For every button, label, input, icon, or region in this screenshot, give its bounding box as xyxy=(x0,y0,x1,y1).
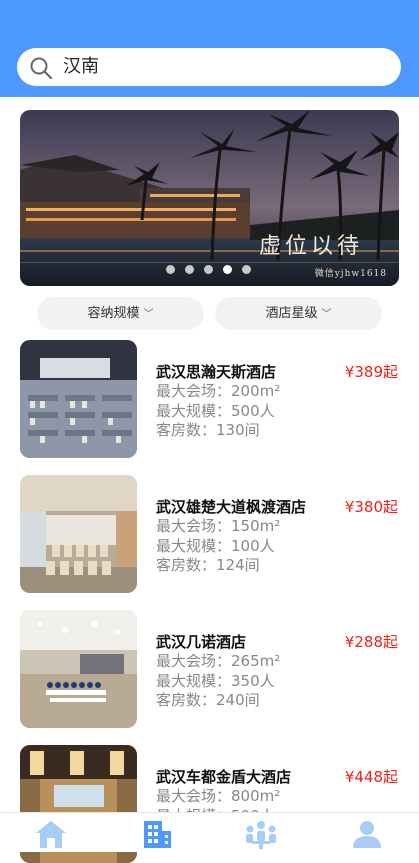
search-icon xyxy=(30,57,53,80)
top-header: 汉南 xyxy=(0,0,419,97)
hotel-room-count: 客房数：124间 xyxy=(156,556,260,574)
hotel-info: 武汉几诺酒店 最大会场：265m² 最大规模：350人 客房数：240间 xyxy=(156,632,280,711)
filter-capacity-label: 容纳规模 xyxy=(87,306,140,321)
hotel-info: 武汉雄楚大道枫渡酒店 最大会场：150m² 最大规模：100人 客房数：124间 xyxy=(156,497,306,576)
hotel-card[interactable]: 武汉雄楚大道枫渡酒店 最大会场：150m² 最大规模：100人 客房数：124间… xyxy=(0,475,419,593)
filter-bar: 容纳规模 ﹀ 酒店星级 ﹀ xyxy=(37,297,382,330)
hotel-max-scale: 最大规模：350人 xyxy=(156,671,275,690)
carousel-dot-active[interactable] xyxy=(223,265,232,274)
search-input[interactable]: 汉南 xyxy=(63,56,99,78)
hotel-price: ¥380起 xyxy=(344,498,398,516)
filter-star-rating[interactable]: 酒店星级 ﹀ xyxy=(215,297,382,330)
chevron-down-icon: ﹀ xyxy=(321,309,332,320)
hotel-max-venue: 最大会场：200m² xyxy=(156,382,281,400)
hotel-card[interactable]: 武汉几诺酒店 最大会场：265m² 最大规模：350人 客房数：240间 ¥28… xyxy=(0,610,419,728)
hotel-max-scale: 最大规模：100人 xyxy=(156,536,275,555)
hotel-photo xyxy=(20,610,137,728)
promo-banner[interactable]: 虚位以待 微信yjhw1618 xyxy=(20,110,399,286)
hotel-room-count: 客房数：130间 xyxy=(156,421,260,439)
hotel-max-venue: 最大会场：800m² xyxy=(156,787,281,805)
hotel-photo xyxy=(20,340,137,458)
profile-icon[interactable] xyxy=(350,819,384,849)
hotel-max-venue: 最大会场：265m² xyxy=(156,652,281,670)
hotel-name: 武汉思瀚天斯酒店 xyxy=(156,363,277,381)
hotel-building-icon[interactable] xyxy=(140,819,174,849)
hotel-name: 武汉车都金盾大酒店 xyxy=(156,768,292,786)
hotel-price: ¥288起 xyxy=(344,633,398,651)
hotel-room-count: 客房数：240间 xyxy=(156,691,260,709)
hotel-price: ¥389起 xyxy=(344,363,398,381)
hotel-max-scale: 最大规模：500人 xyxy=(156,401,275,420)
hotel-photo xyxy=(20,475,137,593)
filter-star-label: 酒店星级 xyxy=(265,306,318,321)
hotel-name: 武汉几诺酒店 xyxy=(156,633,247,651)
banner-wechat-id: 微信yjhw1618 xyxy=(314,269,387,279)
home-icon[interactable] xyxy=(34,819,68,849)
meeting-icon[interactable] xyxy=(244,819,278,849)
carousel-dot[interactable] xyxy=(242,265,251,274)
hotel-max-venue: 最大会场：150m² xyxy=(156,517,281,535)
hotel-info: 武汉思瀚天斯酒店 最大会场：200m² 最大规模：500人 客房数：130间 xyxy=(156,362,280,441)
filter-capacity[interactable]: 容纳规模 ﹀ xyxy=(37,297,204,330)
hotel-price: ¥448起 xyxy=(344,768,398,786)
hotel-name: 武汉雄楚大道枫渡酒店 xyxy=(156,498,307,516)
carousel-dot[interactable] xyxy=(185,265,194,274)
banner-caption: 虚位以待 xyxy=(258,234,363,259)
carousel-dot[interactable] xyxy=(204,265,213,274)
chevron-down-icon: ﹀ xyxy=(143,309,154,320)
carousel-dot[interactable] xyxy=(166,265,175,274)
search-bar[interactable]: 汉南 xyxy=(17,48,401,86)
hotel-card[interactable]: 武汉思瀚天斯酒店 最大会场：200m² 最大规模：500人 客房数：130间 ¥… xyxy=(0,340,419,458)
bottom-tab-bar xyxy=(0,812,419,852)
